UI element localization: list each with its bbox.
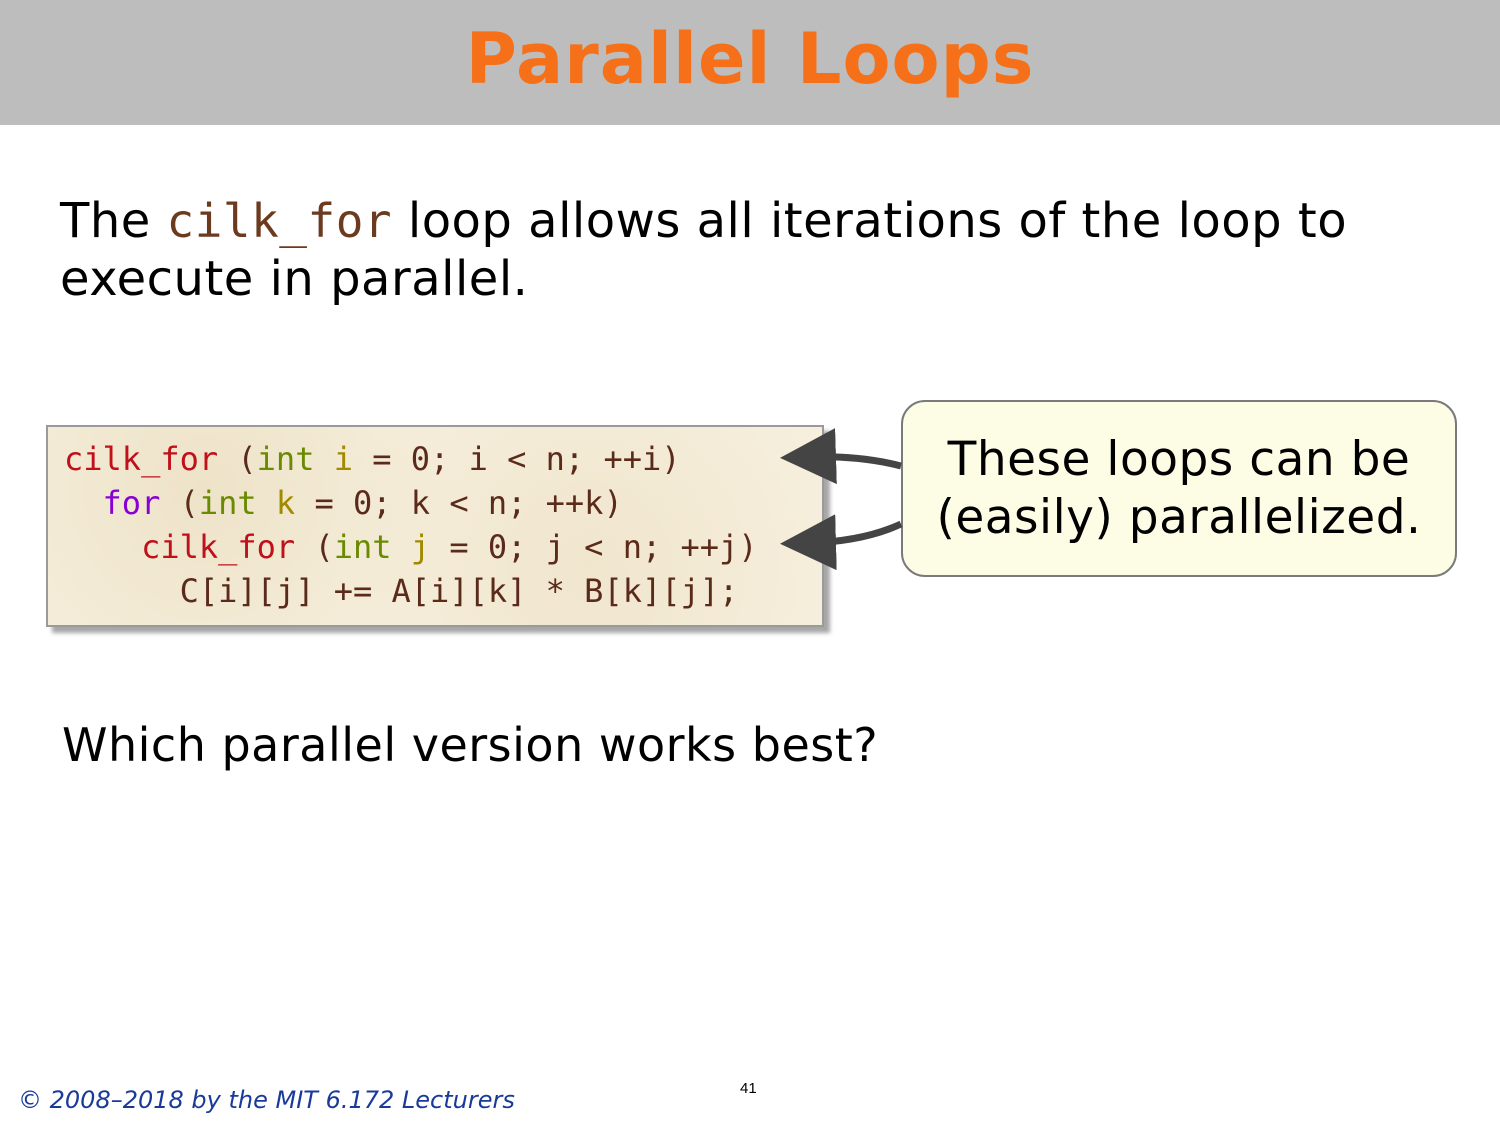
question-text: Which parallel version works best? (62, 718, 879, 772)
copyright-footer: © 2008–2018 by the MIT 6.172 Lecturers (18, 1086, 515, 1114)
callout-arrows (780, 428, 903, 571)
arrow-to-outer-loop (780, 428, 902, 485)
page-number: 41 (740, 1080, 757, 1097)
arrow-to-inner-loop (780, 514, 903, 571)
